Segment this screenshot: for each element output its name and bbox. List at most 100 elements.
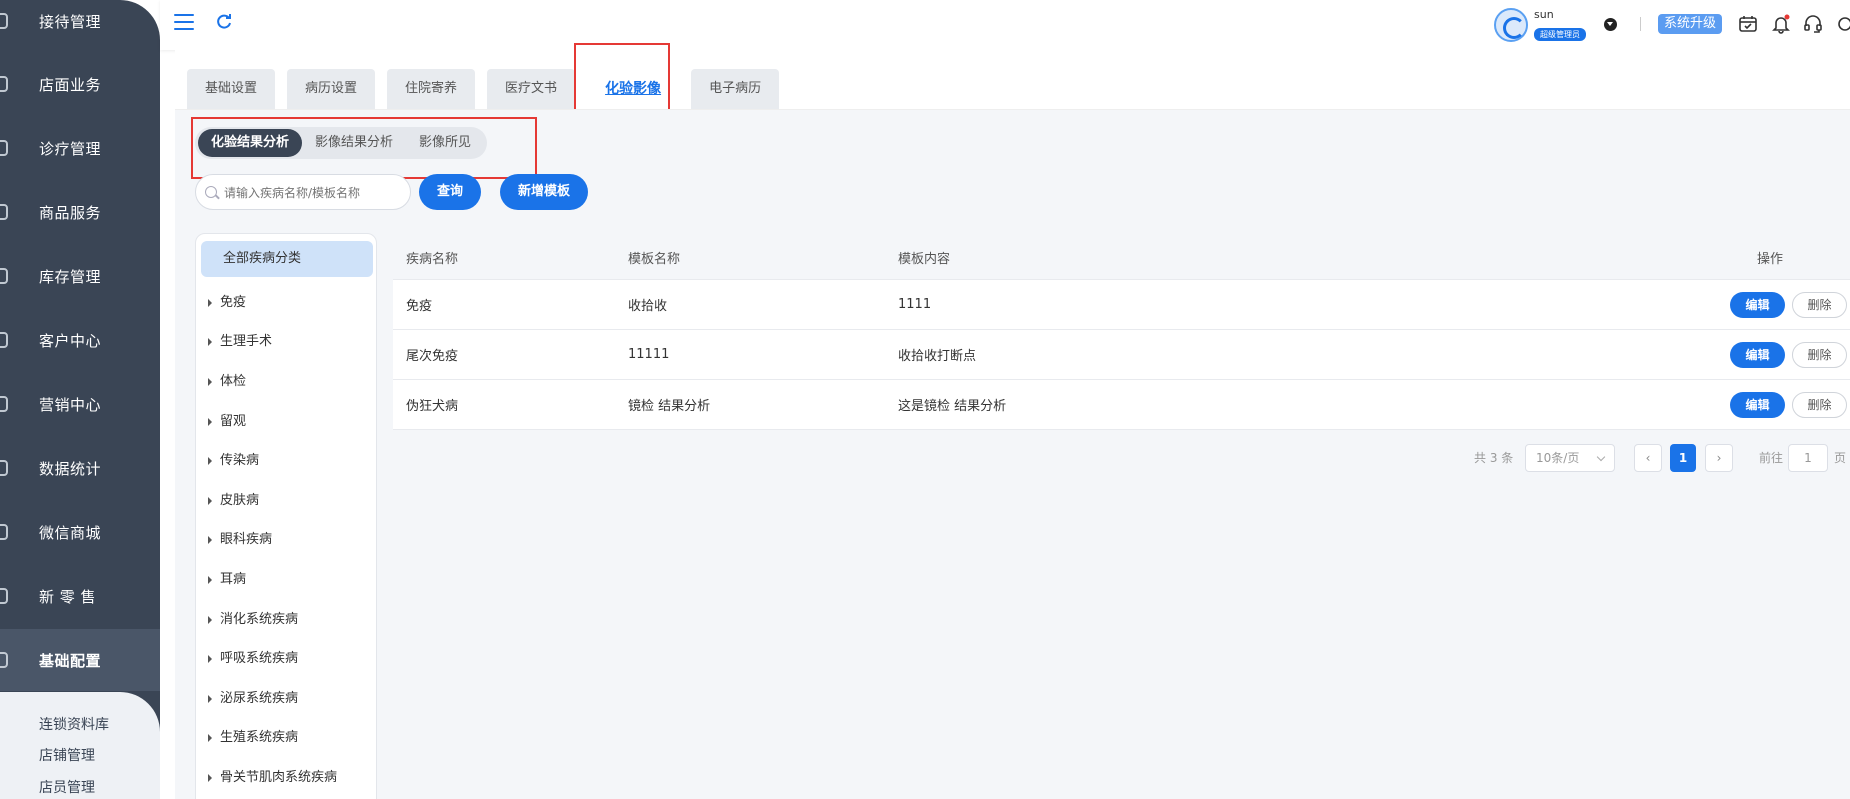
table-header: 疾病名称 模板名称 模板内容 操作 bbox=[393, 236, 1850, 280]
sidebar-item-diagnosis[interactable]: 诊疗管理 bbox=[0, 128, 160, 168]
sidebar-subitem-shop-management[interactable]: 店铺管理 bbox=[39, 745, 95, 765]
chevron-down-icon[interactable] bbox=[1604, 18, 1617, 31]
sidebar-item-statistics[interactable]: 数据统计 bbox=[0, 448, 160, 488]
caret-right-icon bbox=[208, 615, 212, 624]
table-row: 免疫 收拾收 1111 编辑 删除 bbox=[393, 280, 1850, 330]
caret-right-icon bbox=[208, 417, 212, 426]
tree-item[interactable]: 耳病 bbox=[208, 568, 246, 587]
tree-item[interactable]: 眼科疾病 bbox=[208, 528, 272, 547]
refresh-icon[interactable] bbox=[215, 13, 233, 31]
sidebar-item-reception[interactable]: 接待管理 bbox=[0, 1, 160, 41]
sidebar-item-label: 微信商城 bbox=[39, 523, 102, 542]
query-button[interactable]: 查询 bbox=[419, 174, 482, 210]
avatar[interactable] bbox=[1494, 8, 1528, 42]
page-number-current[interactable]: 1 bbox=[1670, 444, 1696, 472]
delete-button[interactable]: 删除 bbox=[1792, 342, 1847, 368]
tab-lab-imaging[interactable]: 化验影像 bbox=[587, 69, 680, 109]
top-tabs: 基础设置 病历设置 住院寄养 医疗文书 化验影像 电子病历 bbox=[187, 69, 791, 109]
tree-item[interactable]: 留观 bbox=[208, 410, 246, 429]
caret-right-icon bbox=[208, 337, 212, 346]
tree-item[interactable]: 免疫 bbox=[208, 291, 246, 310]
sidebar-subitem-chain-library[interactable]: 连锁资料库 bbox=[39, 714, 109, 734]
goto-unit-label: 页 bbox=[1834, 451, 1847, 465]
caret-right-icon bbox=[208, 535, 212, 544]
diagnosis-icon bbox=[0, 140, 8, 156]
caret-right-icon bbox=[208, 773, 212, 782]
column-header: 模板内容 bbox=[898, 252, 951, 267]
tree-item[interactable]: 呼吸系统疾病 bbox=[208, 647, 298, 666]
sidebar-item-goods[interactable]: 商品服务 bbox=[0, 192, 160, 232]
subtab-imaging-analysis[interactable]: 影像结果分析 bbox=[302, 129, 406, 157]
sidebar-item-base-config[interactable]: 基础配置 bbox=[0, 629, 160, 691]
store-icon bbox=[0, 76, 8, 92]
calendar-icon[interactable] bbox=[1738, 14, 1758, 34]
topbar: sun 超级管理员 系统升级 bbox=[160, 0, 1850, 50]
statistics-icon bbox=[0, 460, 8, 476]
sidebar-item-store[interactable]: 店面业务 bbox=[0, 64, 160, 104]
prev-page-button[interactable]: ‹ bbox=[1634, 444, 1662, 472]
page-size-select[interactable]: 10条/页 bbox=[1525, 444, 1615, 472]
subtab-lab-analysis[interactable]: 化验结果分析 bbox=[198, 129, 303, 157]
sidebar-item-label: 库存管理 bbox=[39, 267, 102, 286]
search-field[interactable] bbox=[195, 174, 411, 210]
goto-page-input[interactable]: 1 bbox=[1788, 444, 1828, 472]
cell-template: 11111 bbox=[628, 347, 670, 362]
tree-item[interactable]: 体检 bbox=[208, 370, 246, 389]
tree-item[interactable]: 生殖系统疾病 bbox=[208, 726, 298, 745]
tab-medical-record-settings[interactable]: 病历设置 bbox=[287, 69, 376, 109]
cell-content: 1111 bbox=[898, 297, 932, 312]
pagination-total: 共 3 条 bbox=[1474, 451, 1514, 465]
retail-icon bbox=[0, 588, 8, 604]
tree-item[interactable]: 泌尿系统疾病 bbox=[208, 687, 298, 706]
bell-icon[interactable] bbox=[1771, 14, 1791, 34]
caret-right-icon bbox=[208, 456, 212, 465]
subtab-imaging-findings[interactable]: 影像所见 bbox=[406, 129, 484, 157]
sidebar-item-label: 客户中心 bbox=[39, 331, 102, 350]
tree-item[interactable]: 皮肤病 bbox=[208, 489, 259, 508]
column-header: 疾病名称 bbox=[406, 252, 459, 267]
edit-button[interactable]: 编辑 bbox=[1730, 392, 1785, 418]
inventory-icon bbox=[0, 268, 8, 284]
tab-basic-settings[interactable]: 基础设置 bbox=[187, 69, 276, 109]
reception-icon bbox=[0, 13, 8, 29]
headset-icon[interactable] bbox=[1803, 14, 1823, 34]
add-template-button[interactable]: 新增模板 bbox=[500, 174, 589, 210]
tab-hospitalization[interactable]: 住院寄养 bbox=[387, 69, 476, 109]
cell-content: 这是镜检 结果分析 bbox=[898, 399, 1007, 414]
tree-item[interactable]: 骨关节肌肉系统疾病 bbox=[208, 766, 337, 785]
more-icon[interactable] bbox=[1835, 14, 1850, 34]
sidebar-item-label: 数据统计 bbox=[39, 459, 102, 478]
edit-button[interactable]: 编辑 bbox=[1730, 292, 1785, 318]
next-page-button[interactable]: › bbox=[1705, 444, 1733, 472]
delete-button[interactable]: 删除 bbox=[1792, 292, 1847, 318]
caret-right-icon bbox=[208, 575, 212, 584]
tree-item-all[interactable]: 全部疾病分类 bbox=[201, 241, 373, 277]
column-header: 模板名称 bbox=[628, 252, 681, 267]
user-name: sun bbox=[1534, 8, 1554, 21]
sidebar-item-retail[interactable]: 新 零 售 bbox=[0, 576, 160, 616]
system-upgrade-button[interactable]: 系统升级 bbox=[1658, 14, 1723, 34]
tree-item[interactable]: 生理手术 bbox=[208, 330, 272, 349]
tab-medical-documents[interactable]: 医疗文书 bbox=[487, 69, 576, 109]
menu-toggle-icon[interactable] bbox=[174, 14, 194, 30]
cell-disease: 伪狂犬病 bbox=[406, 399, 459, 414]
edit-button[interactable]: 编辑 bbox=[1730, 342, 1785, 368]
delete-button[interactable]: 删除 bbox=[1792, 392, 1847, 418]
sidebar-item-wechat-mall[interactable]: 微信商城 bbox=[0, 512, 160, 552]
sidebar-item-label: 诊疗管理 bbox=[39, 139, 102, 158]
search-input[interactable] bbox=[224, 183, 404, 203]
sidebar-item-label: 新 零 售 bbox=[39, 587, 97, 606]
sidebar-submenu: 连锁资料库 店铺管理 店员管理 bbox=[0, 692, 160, 799]
sidebar: 接待管理 店面业务 诊疗管理 商品服务 库存管理 客户中心 营销中心 数据统计 … bbox=[0, 0, 160, 799]
tree-item[interactable]: 传染病 bbox=[208, 449, 259, 468]
sidebar-item-customer[interactable]: 客户中心 bbox=[0, 320, 160, 360]
cell-content: 收拾收打断点 bbox=[898, 349, 977, 364]
tab-electronic-records[interactable]: 电子病历 bbox=[691, 69, 780, 109]
content-panel: 化验结果分析 影像结果分析 影像所见 查询 新增模板 全部疾病分类 免疫 生理手… bbox=[175, 109, 1850, 799]
sidebar-item-inventory[interactable]: 库存管理 bbox=[0, 256, 160, 296]
main-content: 基础设置 病历设置 住院寄养 医疗文书 化验影像 电子病历 化验结果分析 影像结… bbox=[175, 43, 1850, 799]
sidebar-subitem-staff-management[interactable]: 店员管理 bbox=[39, 777, 95, 797]
sidebar-item-marketing[interactable]: 营销中心 bbox=[0, 384, 160, 424]
tree-item[interactable]: 消化系统疾病 bbox=[208, 608, 298, 627]
goods-icon bbox=[0, 204, 8, 220]
